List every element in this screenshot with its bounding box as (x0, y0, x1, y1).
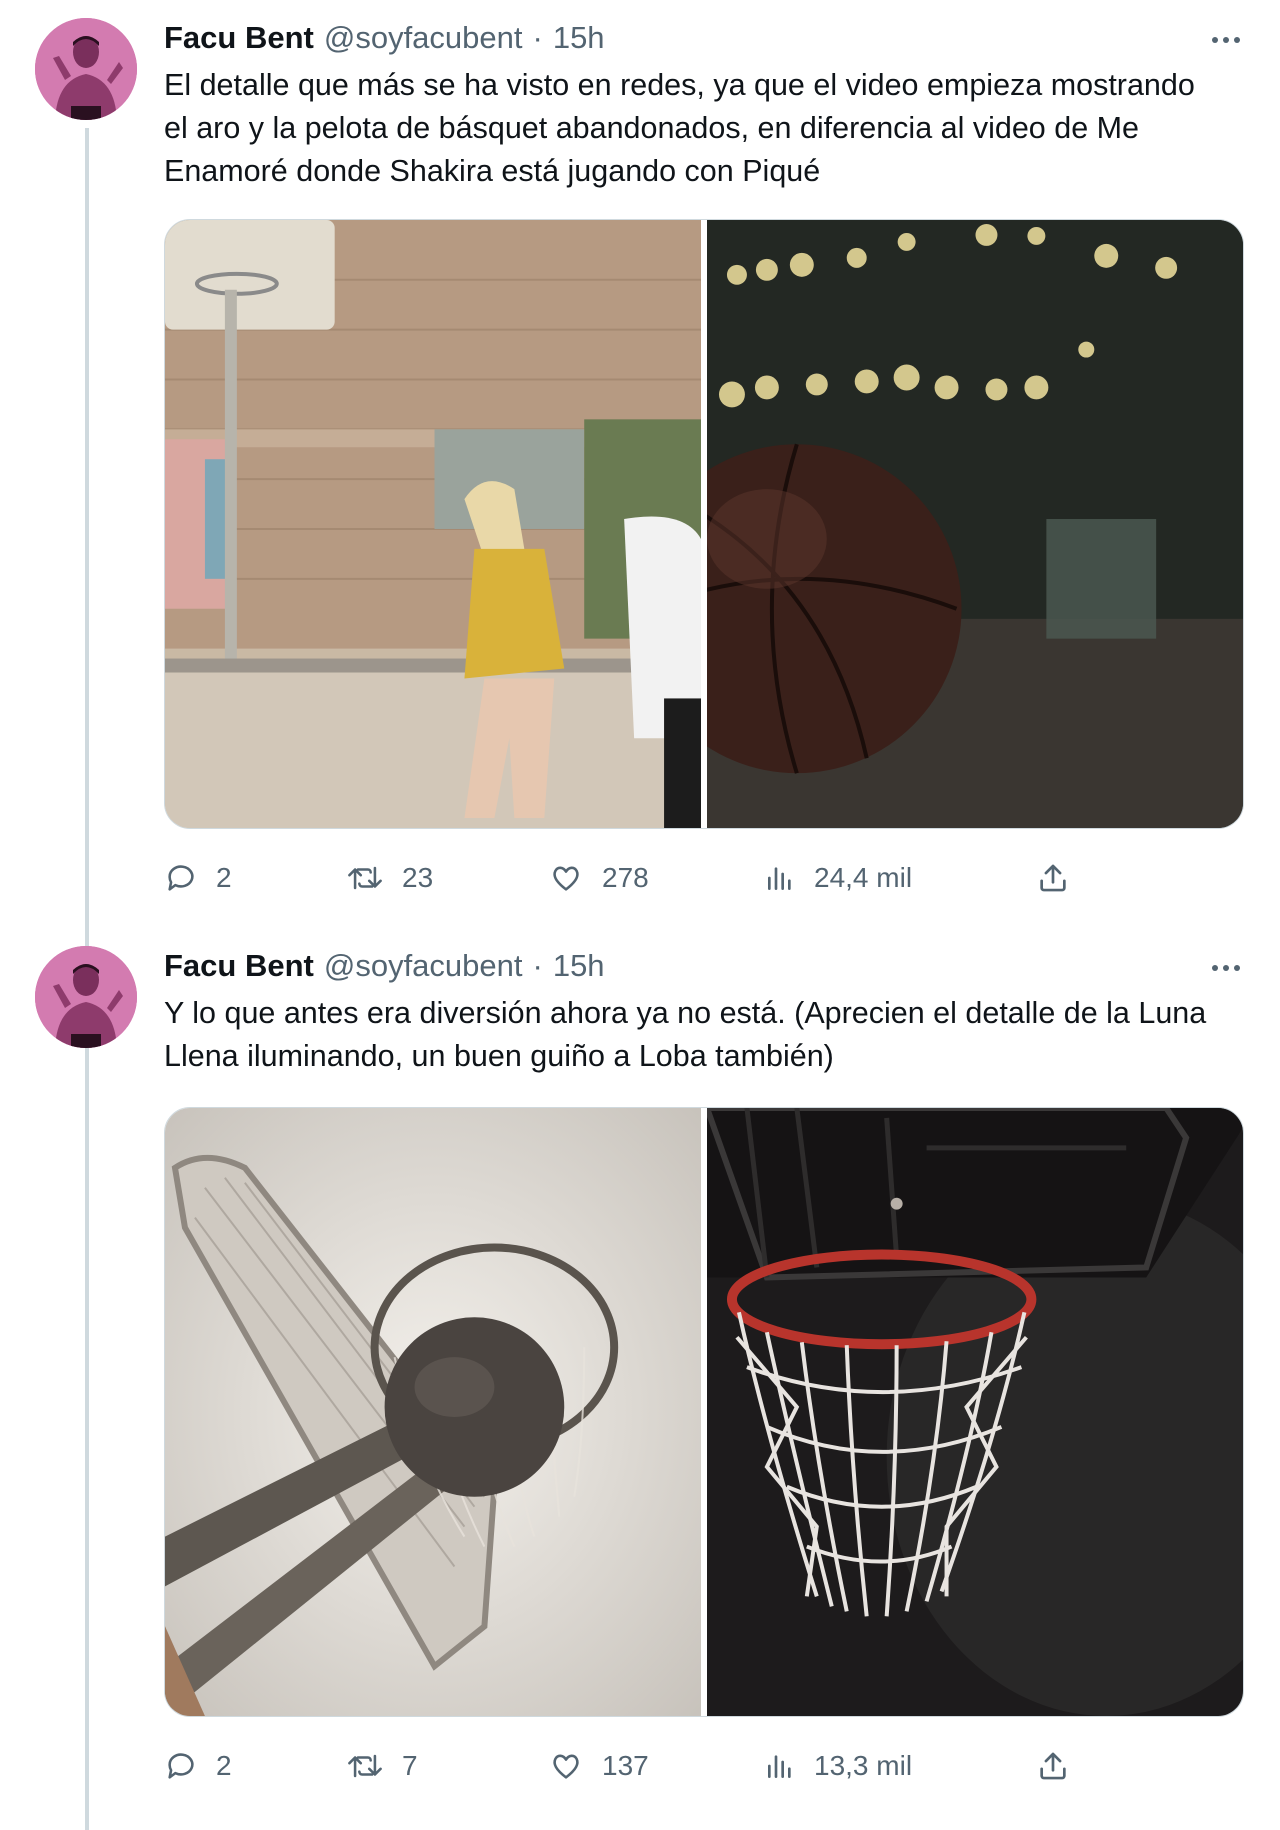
more-dots-icon[interactable] (1200, 946, 1252, 990)
tweet-text: El detalle que más se ha visto en redes,… (164, 68, 1195, 188)
views-chart-icon (764, 1749, 796, 1783)
separator-dot: · (532, 20, 543, 55)
author-display-name[interactable]: Facu Bent (164, 948, 314, 984)
views-button[interactable]: 24,4 mil (764, 856, 912, 900)
author-handle[interactable]: @soyfacubent (324, 948, 523, 984)
retweet-icon (346, 861, 384, 895)
retweet-button[interactable]: 23 (346, 856, 433, 900)
tweet-header: Facu Bent @soyfacubent · 15h (164, 20, 605, 60)
like-count: 278 (602, 862, 649, 893)
heart-icon (548, 1749, 584, 1783)
media-image-1[interactable] (165, 220, 701, 828)
like-count: 137 (602, 1750, 649, 1781)
reply-icon (164, 861, 198, 895)
reply-count: 2 (216, 1750, 232, 1781)
reply-count: 2 (216, 862, 232, 893)
retweet-button[interactable]: 7 (346, 1744, 418, 1788)
tweet-media[interactable] (164, 1107, 1244, 1717)
share-button[interactable] (1036, 1744, 1070, 1788)
separator-dot: · (532, 948, 543, 983)
avatar[interactable] (35, 18, 137, 120)
retweet-count: 23 (402, 862, 434, 893)
timestamp[interactable]: 15h (553, 20, 605, 56)
share-icon (1036, 861, 1070, 895)
media-image-2[interactable] (707, 1108, 1243, 1716)
avatar[interactable] (35, 946, 137, 1048)
reply-button[interactable]: 2 (164, 856, 232, 900)
media-image-1[interactable] (165, 1108, 701, 1716)
like-button[interactable]: 137 (548, 1744, 649, 1788)
views-chart-icon (764, 861, 796, 895)
reply-button[interactable]: 2 (164, 1744, 232, 1788)
more-dots-icon[interactable] (1200, 18, 1252, 62)
share-button[interactable] (1036, 856, 1070, 900)
tweet-media[interactable] (164, 219, 1244, 829)
share-icon (1036, 1749, 1070, 1783)
like-button[interactable]: 278 (548, 856, 649, 900)
views-button[interactable]: 13,3 mil (764, 1744, 912, 1788)
tweet-actions: 2 23 278 24,4 mil (164, 856, 1066, 900)
timestamp[interactable]: 15h (553, 948, 605, 984)
media-image-2[interactable] (707, 220, 1243, 828)
views-count: 24,4 mil (814, 862, 913, 893)
author-display-name[interactable]: Facu Bent (164, 20, 314, 56)
views-count: 13,3 mil (814, 1750, 913, 1781)
heart-icon (548, 861, 584, 895)
author-handle[interactable]: @soyfacubent (324, 20, 523, 56)
tweet-text: Y lo que antes era diversión ahora ya no… (164, 996, 1207, 1073)
tweet-actions: 2 7 137 13,3 mil (164, 1744, 1066, 1788)
tweet-header: Facu Bent @soyfacubent · 15h (164, 948, 605, 988)
retweet-count: 7 (402, 1750, 418, 1781)
retweet-icon (346, 1749, 384, 1783)
reply-icon (164, 1749, 198, 1783)
